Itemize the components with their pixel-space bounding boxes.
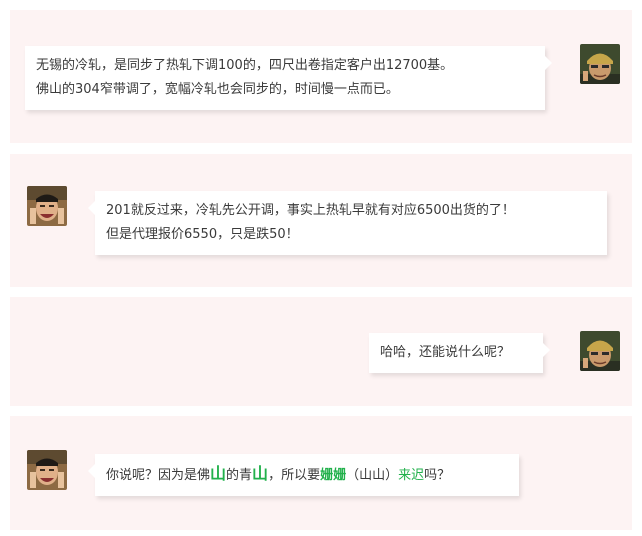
message-1-line-2: 佛山的304窄带调了，宽幅冷轧也会同步的，时间慢一点而已。 xyxy=(36,82,399,97)
message-4-highlight-shan-2: 山 xyxy=(252,464,269,483)
message-4-highlight-shanshan: 姗姗 xyxy=(320,468,347,483)
message-4-part-9: 吗？ xyxy=(424,468,451,483)
message-4-part-7: （山山） xyxy=(346,468,399,483)
message-3-line-1: 哈哈，还能说什么呢？ xyxy=(380,345,511,360)
message-bubble-2: 201就反过来，冷轧先公开调，事实上热轧早就有对应6500出货的了！ 但是代理报… xyxy=(88,191,607,255)
message-bubble-3: 哈哈，还能说什么呢？ xyxy=(369,333,550,373)
message-4-line-1: 你说呢？因为是佛山的青山，所以要姗姗（山山）来迟吗？ xyxy=(106,462,508,488)
message-bubble-1: 无锡的冷轧，是同步了热轧下调100的，四尺出卷指定客户出12700基。 佛山的3… xyxy=(25,46,552,110)
laughing-man-avatar-graphic xyxy=(27,450,67,490)
man-with-beanie-avatar-graphic xyxy=(580,44,620,84)
laughing-man-avatar-icon[interactable] xyxy=(27,450,67,490)
chat-panel-2: 201就反过来，冷轧先公开调，事实上热轧早就有对应6500出货的了！ 但是代理报… xyxy=(10,154,632,287)
chat-panel-1: 无锡的冷轧，是同步了热轧下调100的，四尺出卷指定客户出12700基。 佛山的3… xyxy=(10,10,632,143)
laughing-man-avatar-graphic xyxy=(27,186,67,226)
laughing-man-avatar-icon[interactable] xyxy=(27,186,67,226)
man-with-beanie-avatar-icon[interactable] xyxy=(580,331,620,371)
man-with-beanie-avatar-graphic xyxy=(580,331,620,371)
chat-panel-4: 你说呢？因为是佛山的青山，所以要姗姗（山山）来迟吗？ xyxy=(10,416,632,530)
message-4-part-1: 你说呢？因为是佛 xyxy=(106,468,211,483)
message-4-highlight-shan-1: 山 xyxy=(210,464,227,483)
message-bubble-4: 你说呢？因为是佛山的青山，所以要姗姗（山山）来迟吗？ xyxy=(88,454,519,496)
man-with-beanie-avatar-icon[interactable] xyxy=(580,44,620,84)
message-2-line-2: 但是代理报价6550，只是跌50！ xyxy=(106,227,299,242)
message-4-part-5: ，所以要 xyxy=(268,468,321,483)
message-2-line-1: 201就反过来，冷轧先公开调，事实上热轧早就有对应6500出货的了！ xyxy=(106,203,515,218)
message-1-line-1: 无锡的冷轧，是同步了热轧下调100的，四尺出卷指定客户出12700基。 xyxy=(36,58,454,73)
message-4-highlight-laichi: 来迟 xyxy=(398,468,425,483)
chat-panel-3: 哈哈，还能说什么呢？ xyxy=(10,297,632,406)
message-4-part-3: 的青 xyxy=(226,468,253,483)
